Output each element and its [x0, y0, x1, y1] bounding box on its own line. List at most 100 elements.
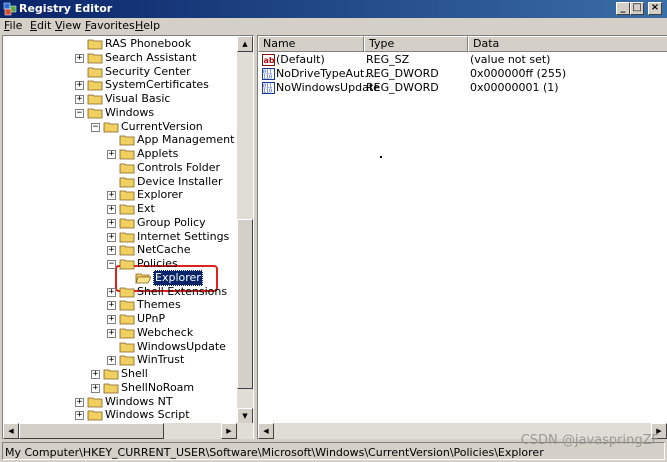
tree-node-label: Windows Script [105, 408, 190, 422]
tree-node-label: App Management [137, 133, 235, 147]
tree-node-label: Ext [137, 202, 155, 215]
maximize-button[interactable]: □ [630, 2, 644, 15]
tree-node[interactable]: − Windows [3, 106, 243, 120]
tree-node[interactable]: Explorer [3, 269, 243, 286]
value-row[interactable]: ab (Default) REG_SZ (value not set) [258, 53, 658, 67]
expand-icon[interactable]: + [107, 315, 116, 324]
tree-horizontal-scrollbar[interactable]: ◀ ▶ [3, 423, 253, 439]
tree-node[interactable]: − Policies [3, 257, 243, 271]
value-data: (value not set) [470, 53, 551, 66]
tree-node-label: Themes [137, 298, 181, 312]
binary-value-icon: 011 110 [262, 82, 275, 95]
expand-icon[interactable]: + [75, 95, 84, 104]
title-bar[interactable]: Registry Editor _ □ × [0, 0, 667, 18]
tree-node[interactable]: + Windows NT [3, 395, 243, 409]
tree-vertical-scrollbar[interactable]: ▲ ▼ [237, 36, 253, 424]
tree-node[interactable]: + Shell Extensions [3, 285, 243, 299]
expand-icon[interactable]: + [107, 356, 116, 366]
folder-icon [119, 286, 135, 298]
menu-help[interactable]: Help [135, 19, 160, 32]
menu-view[interactable]: View [55, 19, 81, 32]
tree-node-label: UPnP [137, 312, 166, 325]
tree-node[interactable]: + NetCache [3, 243, 243, 257]
value-name: NoDriveTypeAut... [276, 67, 375, 80]
values-list-pane[interactable]: Name Type Data ab (Default) REG_SZ (value n… [257, 35, 667, 439]
menu-edit[interactable]: Edit [30, 19, 51, 32]
tree-node[interactable]: + Explorer [3, 188, 243, 202]
expand-icon[interactable]: + [107, 232, 116, 242]
expand-icon[interactable]: + [107, 150, 116, 159]
minimize-button[interactable]: _ [616, 2, 630, 15]
tree-node-label: Windows NT [105, 394, 173, 408]
column-header-name[interactable]: Name [258, 36, 364, 52]
folder-icon [87, 93, 103, 105]
folder-icon [119, 189, 135, 201]
expand-icon[interactable]: + [75, 411, 84, 421]
list-scroll-left-button[interactable]: ◀ [258, 423, 274, 439]
tree-node[interactable]: + SystemCertificates [3, 78, 243, 92]
folder-icon [103, 368, 119, 380]
menu-favorites[interactable]: Favorites [85, 19, 135, 32]
scroll-right-button[interactable]: ▶ [221, 423, 237, 439]
tree-node[interactable]: Controls Folder [3, 161, 243, 175]
scroll-up-button[interactable]: ▲ [237, 36, 253, 52]
column-header-type[interactable]: Type [364, 36, 468, 52]
folder-icon [119, 148, 135, 160]
folder-icon [119, 217, 135, 229]
tree-node[interactable]: + ShellNoRoam [3, 381, 243, 395]
tree-node[interactable]: + Windows Script [3, 408, 243, 422]
tree-node[interactable]: + Applets [3, 147, 243, 161]
expand-icon[interactable]: + [107, 218, 116, 228]
tree-node[interactable]: App Management [3, 133, 243, 147]
tree-node[interactable]: WindowsUpdate [3, 340, 243, 354]
tree-node[interactable]: + Group Policy [3, 216, 243, 230]
expand-icon[interactable]: + [91, 383, 100, 393]
tree-node[interactable]: + UPnP [3, 312, 243, 326]
expand-icon[interactable]: + [75, 397, 84, 407]
expand-icon[interactable]: + [107, 328, 116, 338]
expand-icon[interactable]: + [91, 370, 100, 379]
tree-node[interactable]: Device Installer [3, 175, 243, 189]
value-type: REG_DWORD [366, 81, 439, 94]
h-scroll-thumb[interactable] [19, 423, 164, 439]
folder-icon [87, 409, 103, 421]
folder-icon [119, 231, 135, 243]
svg-text:ab: ab [264, 56, 275, 65]
folder-icon [87, 38, 103, 50]
scroll-thumb[interactable] [237, 219, 253, 389]
expand-icon[interactable]: + [107, 287, 116, 297]
expand-icon[interactable]: + [75, 53, 84, 63]
tree-node[interactable]: + Themes [3, 298, 243, 312]
tree-node[interactable]: + Internet Settings [3, 230, 243, 244]
collapse-icon[interactable]: − [91, 122, 100, 132]
expand-icon[interactable]: + [107, 301, 116, 311]
expand-icon[interactable]: + [75, 81, 84, 91]
scroll-left-button[interactable]: ◀ [3, 423, 19, 439]
tree-node[interactable]: + Search Assistant [3, 51, 243, 65]
expand-icon[interactable]: + [107, 205, 116, 214]
collapse-icon[interactable]: − [75, 108, 84, 118]
tree-node[interactable]: Security Center [3, 65, 243, 79]
collapse-icon[interactable]: − [107, 260, 116, 269]
folder-icon [119, 341, 135, 353]
tree-node[interactable]: + Webcheck [3, 326, 243, 340]
value-row[interactable]: 011 110 NoDriveTypeAut... REG_DWORD 0x000000… [258, 67, 658, 81]
menu-file[interactable]: File [4, 19, 22, 32]
close-button[interactable]: × [648, 2, 662, 15]
tree-node-label: WindowsUpdate [137, 339, 226, 353]
folder-icon [119, 299, 135, 311]
value-type: REG_SZ [366, 53, 410, 66]
tree-node[interactable]: + Ext [3, 202, 243, 216]
key-tree-pane[interactable]: RAS Phonebook + Search Assistant Security C… [2, 35, 254, 439]
value-row[interactable]: 011 110 NoWindowsUpdate REG_DWORD 0x00000001… [258, 81, 658, 95]
tree-node[interactable]: + Visual Basic [3, 92, 243, 106]
tree-node[interactable]: + Shell [3, 367, 243, 381]
column-header-data[interactable]: Data [468, 36, 667, 52]
tree-node[interactable]: + WinTrust [3, 353, 243, 367]
expand-icon[interactable]: + [107, 191, 116, 201]
tree-node[interactable]: − CurrentVersion [3, 120, 243, 134]
scroll-down-button[interactable]: ▼ [237, 408, 253, 424]
expand-icon[interactable]: + [107, 246, 116, 256]
tree-node[interactable]: RAS Phonebook [3, 37, 243, 51]
folder-icon [119, 354, 135, 366]
